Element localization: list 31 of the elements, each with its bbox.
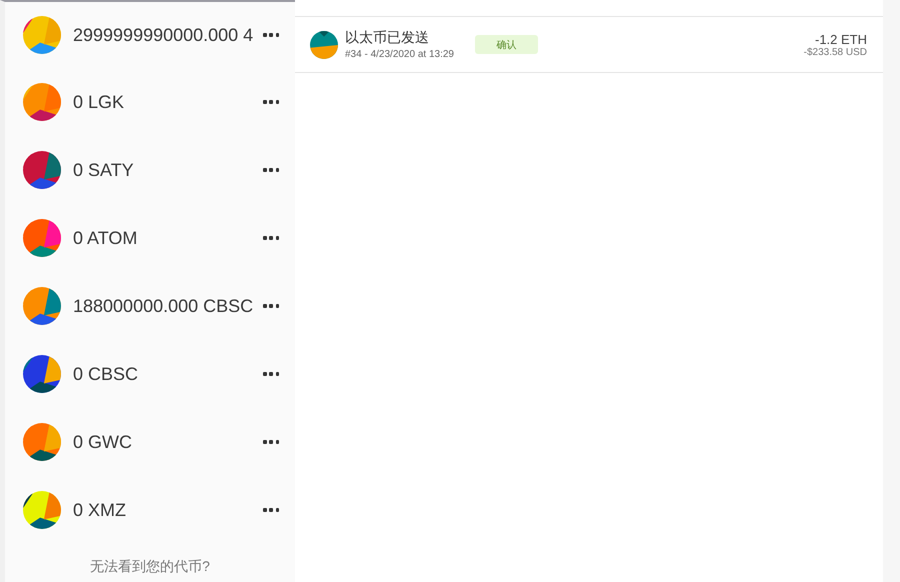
identicon bbox=[23, 491, 61, 529]
token-balance: 0 LGK bbox=[73, 92, 126, 112]
more-options-icon[interactable] bbox=[263, 302, 279, 310]
token-balance: 0 XMZ bbox=[73, 500, 128, 520]
fiat-amount: -$233.58 USD bbox=[804, 46, 867, 58]
token-balance: 0 CBSC bbox=[73, 364, 140, 384]
more-options-icon[interactable] bbox=[263, 166, 279, 174]
transaction-title: 以太币已发送 bbox=[345, 29, 430, 47]
transaction-amount: -1.2 ETH bbox=[814, 32, 867, 46]
transaction-date: #34 - 4/23/2020 at 13:29 bbox=[345, 49, 455, 60]
more-options-icon[interactable] bbox=[263, 438, 279, 446]
identicon bbox=[310, 30, 338, 58]
status-badge: 确认 bbox=[475, 35, 538, 54]
identicon bbox=[23, 423, 61, 461]
more-options-icon[interactable] bbox=[263, 506, 279, 514]
identicon bbox=[23, 219, 61, 257]
token-balance: 0 ATOM bbox=[73, 228, 138, 248]
missing-token-link[interactable]: 无法看到您的代币? bbox=[90, 558, 210, 576]
token-balance: 0 SATY bbox=[73, 160, 135, 180]
more-options-icon[interactable] bbox=[263, 234, 279, 242]
identicon bbox=[23, 151, 61, 189]
identicon bbox=[23, 16, 61, 54]
identicon bbox=[23, 83, 61, 121]
more-options-icon[interactable] bbox=[263, 31, 279, 39]
token-balance: 0 GWC bbox=[73, 432, 134, 452]
identicon bbox=[23, 355, 61, 393]
token-balance: 2999999990000.000 4 bbox=[73, 24, 254, 46]
more-options-icon[interactable] bbox=[263, 370, 279, 378]
more-options-icon[interactable] bbox=[263, 98, 279, 106]
token-balance: 188000000.000 CBSC bbox=[73, 296, 254, 316]
identicon bbox=[23, 287, 61, 325]
